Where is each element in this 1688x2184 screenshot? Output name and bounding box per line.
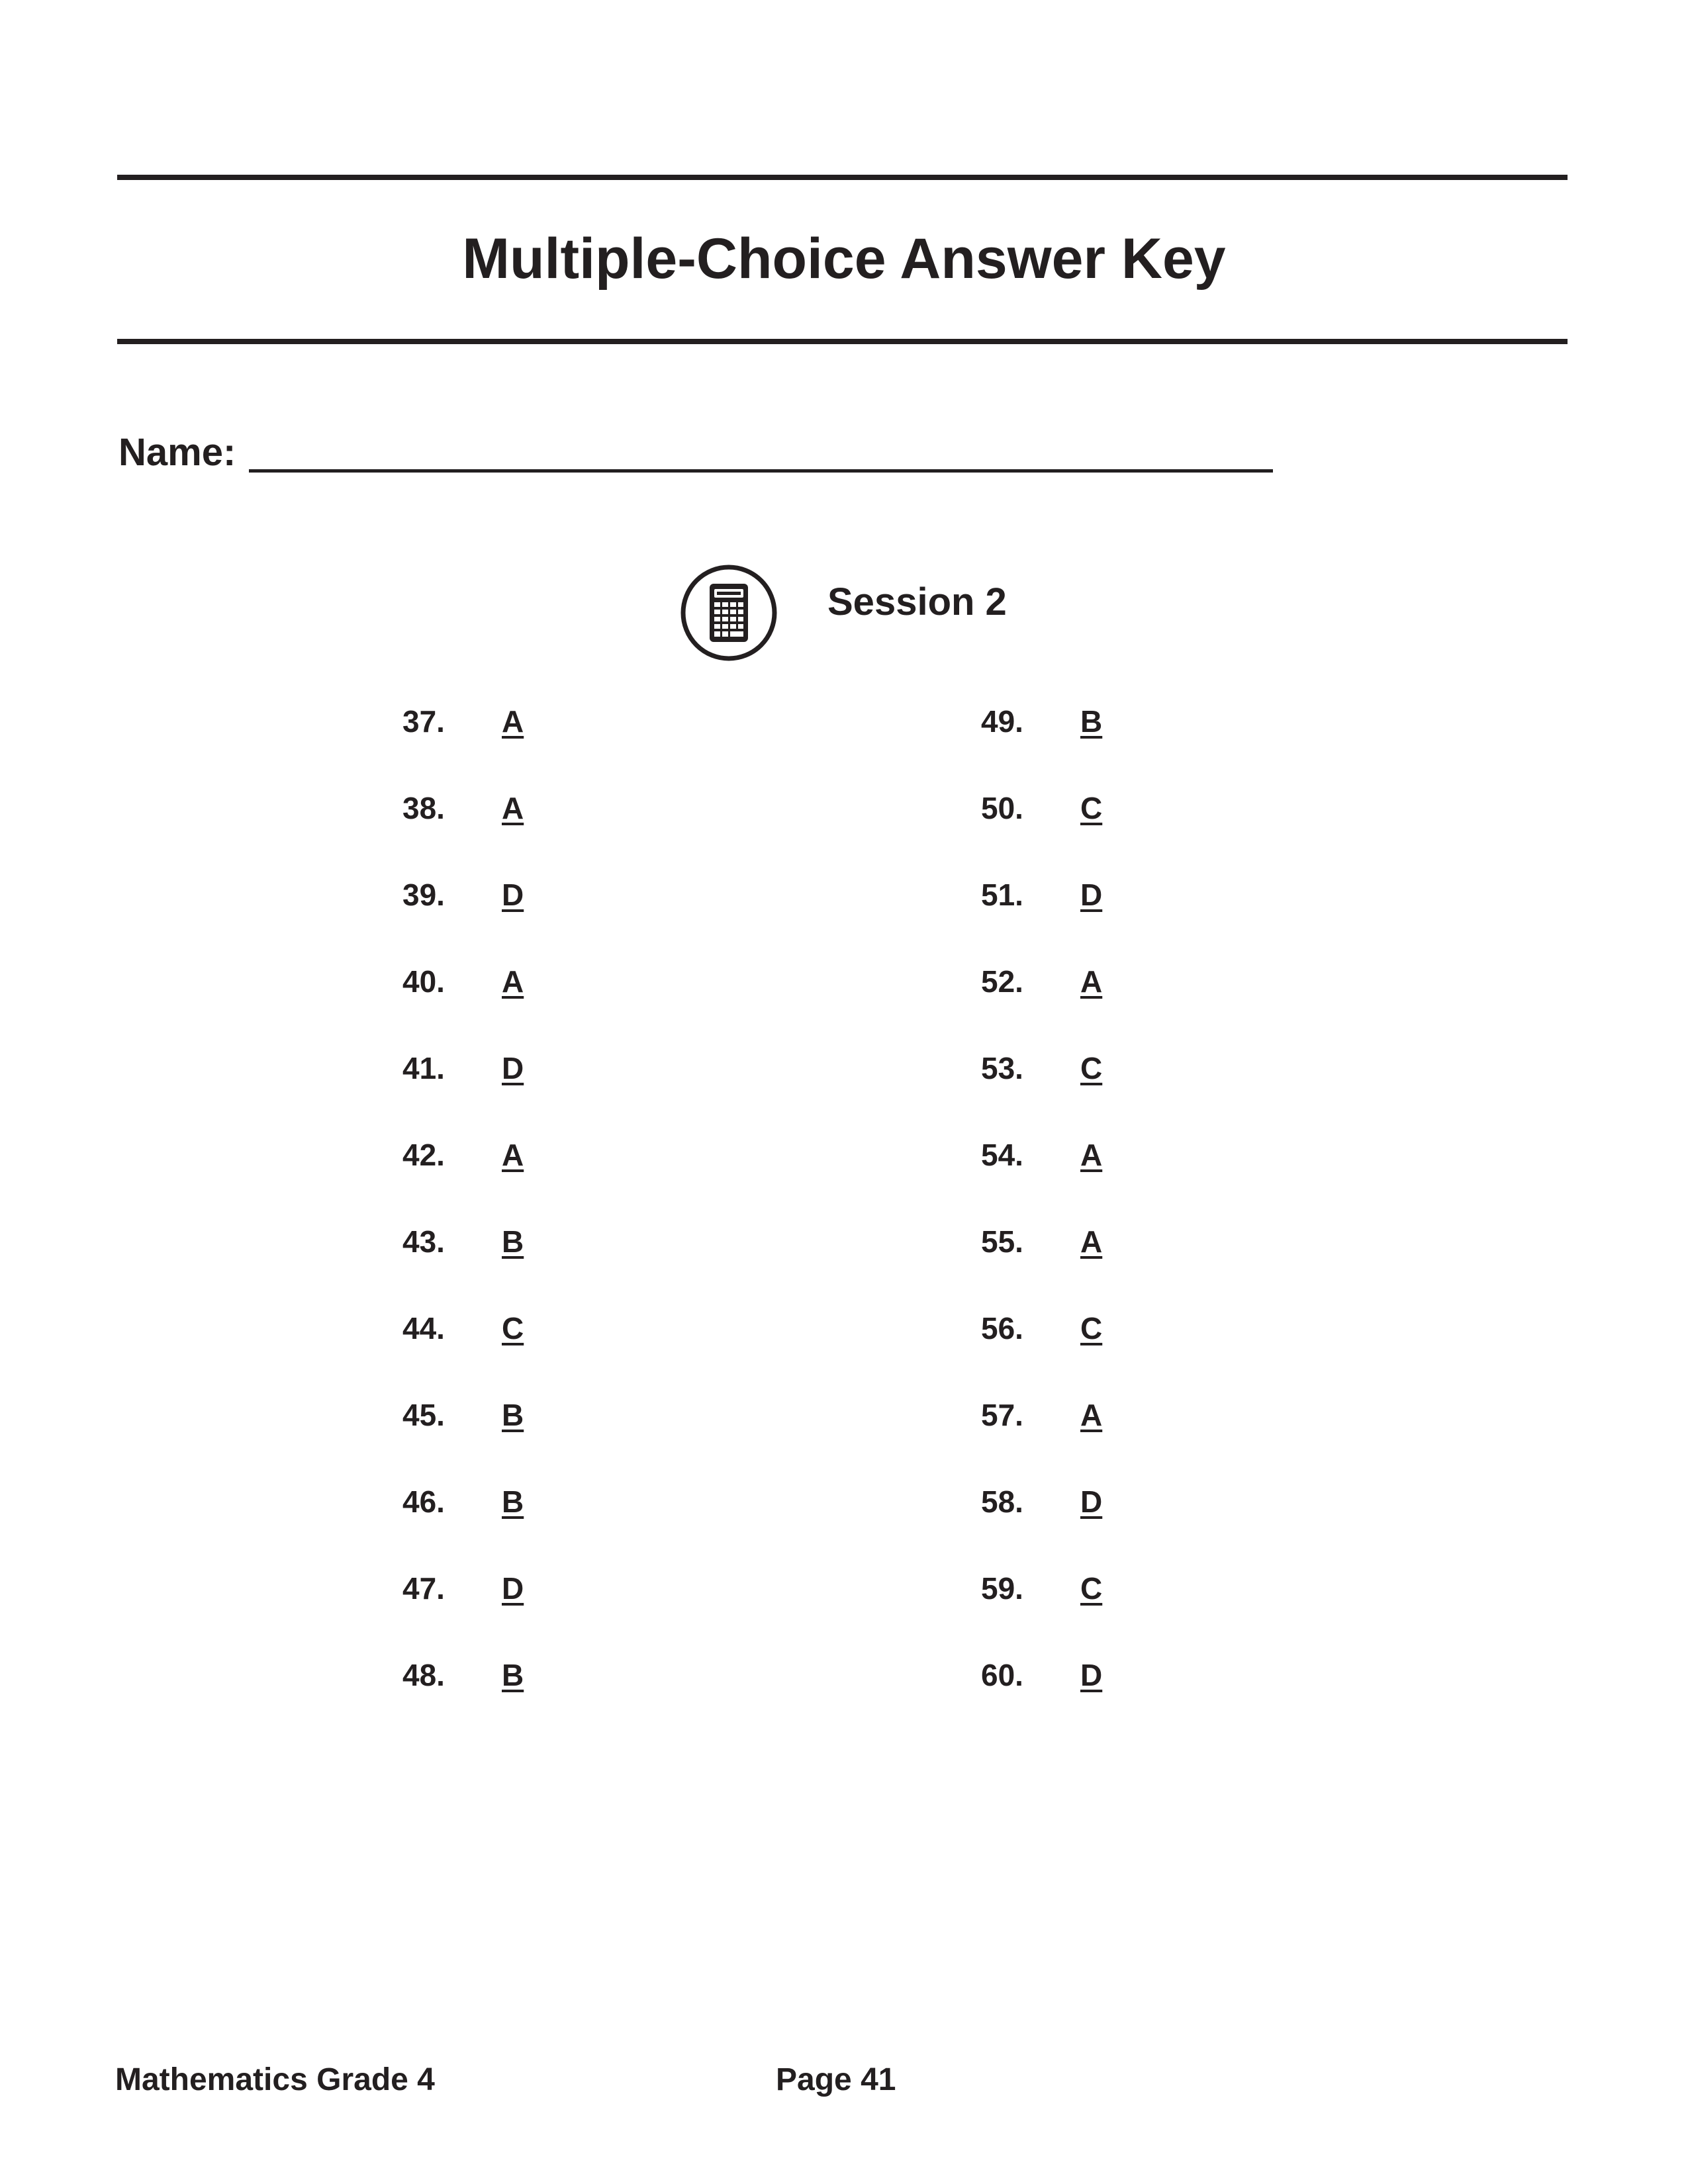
answer-letter: A <box>502 791 524 825</box>
answer-letter: B <box>1080 704 1103 739</box>
answer-letter: D <box>502 878 524 912</box>
answer-row: 58. D <box>981 1475 1246 1528</box>
answer-row: 55. A <box>981 1215 1246 1268</box>
answer-row: 56. C <box>981 1302 1246 1355</box>
answer-letter: A <box>1080 1398 1103 1432</box>
answer-row: 38. A <box>402 782 667 835</box>
answer-row: 53. C <box>981 1042 1246 1095</box>
calculator-icon <box>680 565 777 661</box>
answer-letter: A <box>502 964 524 999</box>
answer-letter: B <box>502 1224 524 1259</box>
question-number: 42. <box>402 1138 445 1172</box>
answer-letter: B <box>502 1658 524 1692</box>
question-number: 55. <box>981 1224 1023 1259</box>
answer-letter: C <box>1080 1051 1103 1085</box>
answer-row: 47. D <box>402 1562 667 1615</box>
question-number: 41. <box>402 1051 445 1085</box>
answer-row: 45. B <box>402 1388 667 1441</box>
answer-row: 52. A <box>981 955 1246 1008</box>
question-number: 50. <box>981 791 1023 825</box>
answer-row: 49. B <box>981 695 1246 748</box>
question-number: 47. <box>402 1571 445 1606</box>
question-number: 44. <box>402 1311 445 1345</box>
title-top-rule <box>117 175 1568 180</box>
page-title: Multiple-Choice Answer Key <box>462 227 1226 291</box>
session-title: Session 2 <box>827 580 1007 623</box>
question-number: 60. <box>981 1658 1023 1692</box>
answer-letter: C <box>1080 1311 1103 1345</box>
answer-row: 51. D <box>981 868 1246 921</box>
question-number: 39. <box>402 878 445 912</box>
answer-row: 42. A <box>402 1128 667 1181</box>
answer-row: 37. A <box>402 695 667 748</box>
answer-letter: D <box>502 1571 524 1606</box>
answer-row: 50. C <box>981 782 1246 835</box>
answer-letter: B <box>502 1484 524 1519</box>
answer-letter: A <box>502 704 524 739</box>
answer-row: 44. C <box>402 1302 667 1355</box>
answer-row: 39. D <box>402 868 667 921</box>
answer-letter: C <box>1080 791 1103 825</box>
answer-row: 40. A <box>402 955 667 1008</box>
footer-page-number: Page 41 <box>776 2062 896 2097</box>
footer-subject: Mathematics Grade 4 <box>115 2062 435 2097</box>
answer-row: 43. B <box>402 1215 667 1268</box>
question-number: 52. <box>981 964 1023 999</box>
question-number: 56. <box>981 1311 1023 1345</box>
question-number: 51. <box>981 878 1023 912</box>
answer-letter: A <box>1080 1138 1103 1172</box>
answer-letter: D <box>1080 878 1103 912</box>
answer-row: 54. A <box>981 1128 1246 1181</box>
answer-row: 46. B <box>402 1475 667 1528</box>
answer-letter: C <box>502 1311 524 1345</box>
answer-letter: D <box>502 1051 524 1085</box>
answer-row: 59. C <box>981 1562 1246 1615</box>
answer-row: 41. D <box>402 1042 667 1095</box>
answer-letter: B <box>502 1398 524 1432</box>
question-number: 53. <box>981 1051 1023 1085</box>
answer-letter: D <box>1080 1484 1103 1519</box>
answer-letter: A <box>1080 964 1103 999</box>
answer-letter: D <box>1080 1658 1103 1692</box>
answer-letter: A <box>502 1138 524 1172</box>
question-number: 43. <box>402 1224 445 1259</box>
question-number: 38. <box>402 791 445 825</box>
answer-row: 57. A <box>981 1388 1246 1441</box>
question-number: 37. <box>402 704 445 739</box>
question-number: 46. <box>402 1484 445 1519</box>
answer-row: 60. D <box>981 1649 1246 1702</box>
name-label: Name: <box>118 431 236 474</box>
answer-row: 48. B <box>402 1649 667 1702</box>
question-number: 45. <box>402 1398 445 1432</box>
question-number: 59. <box>981 1571 1023 1606</box>
title-bottom-rule <box>117 339 1568 344</box>
question-number: 57. <box>981 1398 1023 1432</box>
question-number: 48. <box>402 1658 445 1692</box>
question-number: 40. <box>402 964 445 999</box>
question-number: 54. <box>981 1138 1023 1172</box>
name-field: Name: <box>118 429 1274 477</box>
name-blank-line <box>249 469 1274 473</box>
question-number: 58. <box>981 1484 1023 1519</box>
answer-letter: A <box>1080 1224 1103 1259</box>
question-number: 49. <box>981 704 1023 739</box>
answer-letter: C <box>1080 1571 1103 1606</box>
